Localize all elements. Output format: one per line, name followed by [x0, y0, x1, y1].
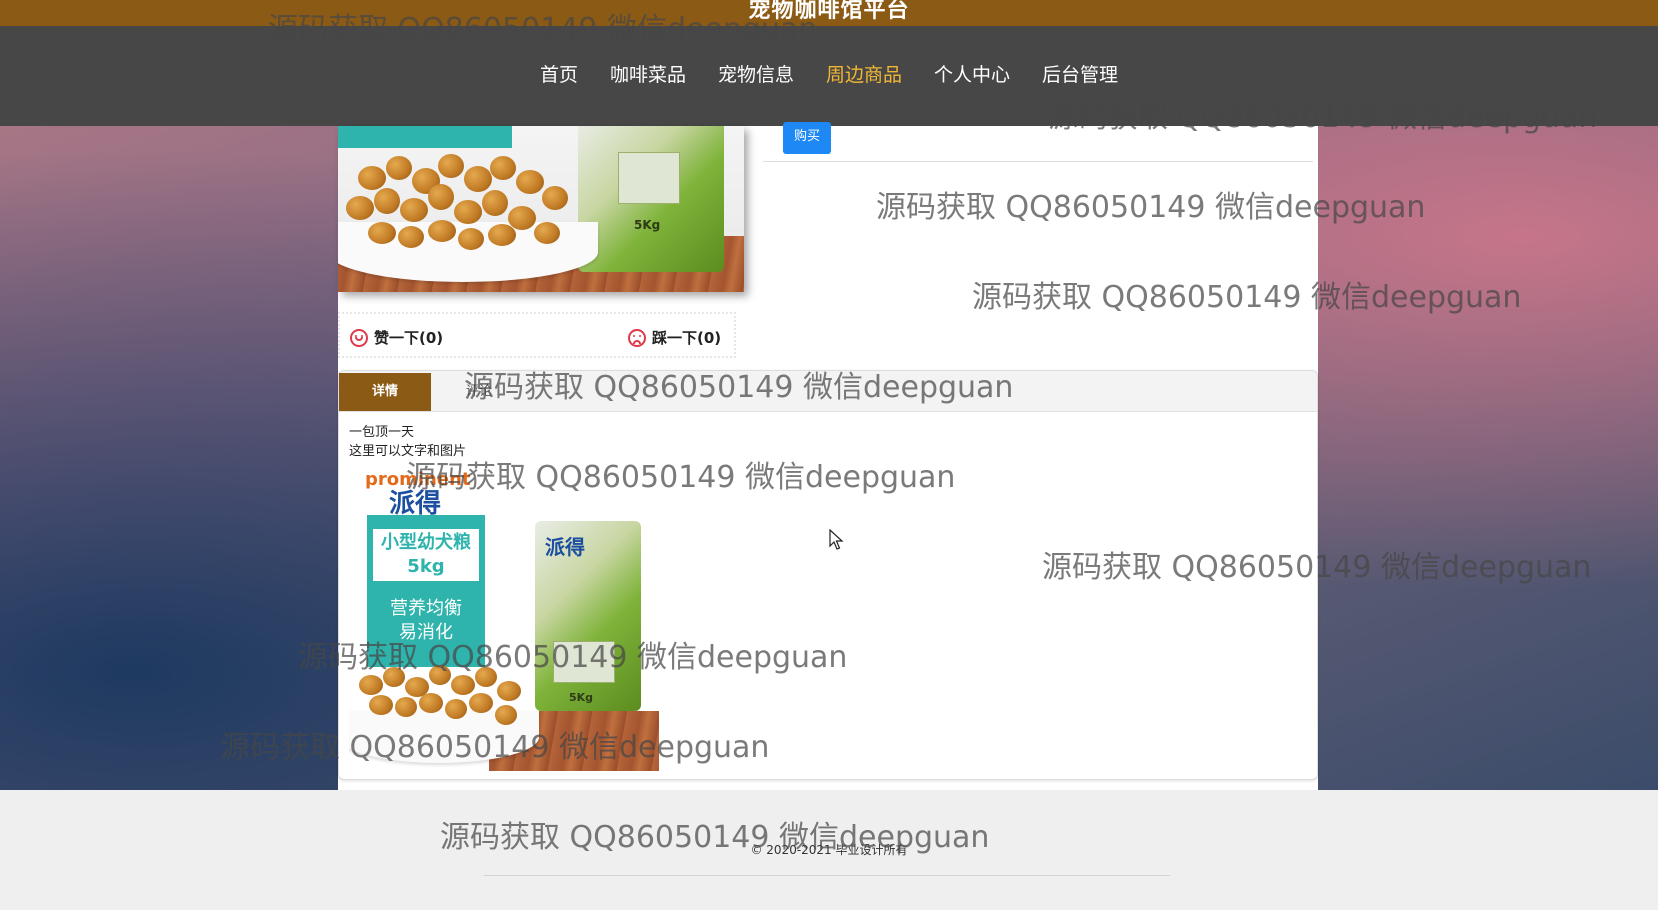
footer-copyright: © 2020-2021 毕业设计所有	[750, 843, 908, 857]
nav-item-pet-info[interactable]: 宠物信息	[702, 48, 810, 102]
nav-item-home[interactable]: 首页	[524, 48, 594, 102]
kibble	[445, 699, 467, 719]
buy-button[interactable]: 购买	[783, 122, 831, 154]
kibble	[359, 675, 383, 695]
kibble	[497, 681, 521, 701]
kibble	[358, 166, 386, 190]
nav-item-admin[interactable]: 后台管理	[1026, 48, 1134, 102]
kibble	[368, 222, 396, 244]
kibble	[475, 667, 497, 687]
kibble	[508, 206, 536, 230]
kibble	[383, 667, 405, 687]
tab-bar: 详情 评论	[339, 371, 1317, 412]
detail-tabs-panel: 详情 评论 一包顶一天 这里可以文字和图片 prominent 派得 小型幼犬粮…	[338, 370, 1318, 780]
tab-comment[interactable]: 评论	[459, 373, 499, 411]
top-header-bar: 宠物咖啡馆平台	[0, 0, 1658, 26]
product-name-box: 小型幼犬粮 5kg	[373, 529, 479, 581]
nav-item-merchandise[interactable]: 周边商品	[810, 48, 918, 102]
kibble	[454, 200, 482, 224]
like-button[interactable]: 赞一下(0)	[350, 327, 443, 348]
kibble	[490, 156, 516, 180]
detail-line: 一包顶一天	[349, 425, 415, 440]
detail-line: 这里可以文字和图片	[349, 444, 467, 459]
kibble	[458, 228, 484, 250]
kibble	[482, 190, 508, 216]
site-title: 宠物咖啡馆平台	[748, 0, 910, 23]
kibble	[495, 705, 517, 725]
kibble	[419, 693, 443, 713]
kibble	[428, 220, 456, 242]
product-label-panel: 小型幼犬粮 5kg 营养均衡 易消化	[367, 515, 485, 667]
kibble	[438, 154, 464, 178]
nav-item-user-center[interactable]: 个人中心	[918, 48, 1026, 102]
kibble	[429, 665, 451, 685]
nav-menu: 首页 咖啡菜品 宠物信息 周边商品 个人中心 后台管理	[0, 48, 1658, 102]
dislike-button[interactable]: 踩一下(0)	[628, 327, 721, 348]
kibble	[516, 170, 544, 194]
kibble	[398, 226, 424, 248]
bag-label-panel	[553, 641, 615, 683]
food-bag: 派得 5Kg	[535, 521, 641, 711]
product-main-image: 5Kg	[338, 126, 744, 292]
footer-divider	[484, 875, 1170, 876]
bag-weight-text: 5Kg	[569, 691, 594, 704]
tagline-line: 易消化	[399, 622, 453, 643]
tagline-line: 营养均衡	[390, 598, 462, 619]
food-bag: 5Kg	[578, 126, 724, 272]
kibble	[542, 186, 568, 210]
kibble	[428, 184, 454, 210]
bag-brand-text: 派得	[545, 535, 585, 559]
smile-icon	[350, 328, 368, 347]
kibble	[346, 196, 374, 220]
like-label: 赞一下(0)	[374, 329, 444, 347]
brand-logo: prominent 派得	[365, 467, 475, 519]
kibble	[469, 693, 493, 713]
tab-detail[interactable]: 详情	[339, 373, 431, 411]
kibble	[400, 198, 428, 222]
divider	[763, 161, 1313, 162]
dislike-label: 踩一下(0)	[652, 329, 722, 347]
kibble	[374, 188, 400, 214]
nav-item-coffee-menu[interactable]: 咖啡菜品	[594, 48, 702, 102]
vote-box: 赞一下(0) 踩一下(0)	[338, 312, 736, 358]
product-name: 小型幼犬粮	[381, 532, 471, 553]
frown-icon	[628, 328, 646, 347]
product-weight: 5kg	[407, 556, 445, 577]
detail-text: 一包顶一天 这里可以文字和图片	[349, 423, 466, 461]
kibble	[395, 697, 417, 717]
bag-label-panel	[618, 152, 680, 204]
mouse-pointer-icon	[829, 529, 844, 550]
teal-label-strip	[338, 126, 512, 148]
bag-weight-text: 5Kg	[634, 218, 661, 232]
product-tagline: 营养均衡 易消化	[367, 597, 485, 645]
kibble	[369, 695, 393, 715]
kibble	[488, 224, 516, 246]
kibble	[386, 156, 412, 180]
kibble	[451, 675, 475, 695]
kibble	[534, 222, 560, 244]
detail-product-image: prominent 派得 小型幼犬粮 5kg 营养均衡 易消化 派得 5Kg	[349, 461, 659, 771]
kibble	[464, 166, 492, 192]
